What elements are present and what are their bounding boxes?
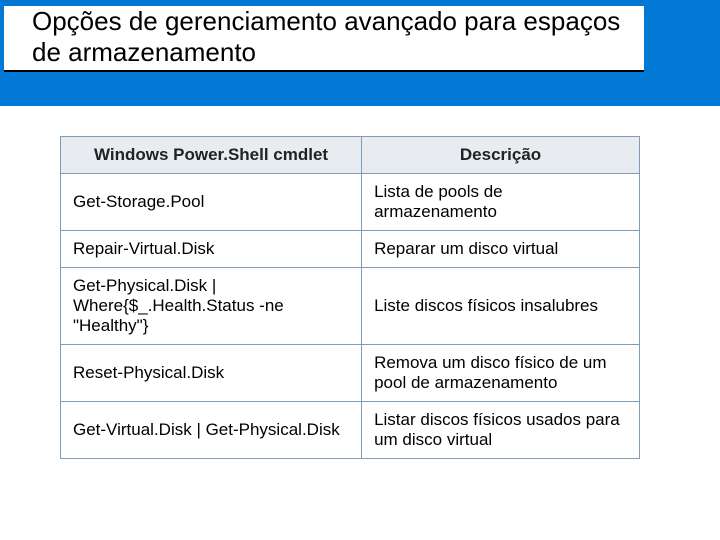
table-row: Get-Virtual.Disk | Get-Physical.Disk Lis… xyxy=(61,402,640,459)
cell-desc: Reparar um disco virtual xyxy=(362,231,640,268)
table-row: Repair-Virtual.Disk Reparar um disco vir… xyxy=(61,231,640,268)
page-title: Opções de gerenciamento avançado para es… xyxy=(4,6,644,72)
table-row: Get-Physical.Disk | Where{$_.Health.Stat… xyxy=(61,268,640,345)
table-header-row: Windows Power.Shell cmdlet Descrição xyxy=(61,137,640,174)
table-row: Reset-Physical.Disk Remova um disco físi… xyxy=(61,345,640,402)
cell-cmd: Repair-Virtual.Disk xyxy=(61,231,362,268)
cell-cmd: Get-Storage.Pool xyxy=(61,174,362,231)
content: Windows Power.Shell cmdlet Descrição Get… xyxy=(0,106,720,479)
header: Opções de gerenciamento avançado para es… xyxy=(0,0,720,106)
col-header-cmdlet: Windows Power.Shell cmdlet xyxy=(61,137,362,174)
cmdlet-table: Windows Power.Shell cmdlet Descrição Get… xyxy=(60,136,640,459)
cell-cmd: Get-Virtual.Disk | Get-Physical.Disk xyxy=(61,402,362,459)
cell-desc: Liste discos físicos insalubres xyxy=(362,268,640,345)
header-accent xyxy=(0,72,720,106)
table-row: Get-Storage.Pool Lista de pools de armaz… xyxy=(61,174,640,231)
cell-cmd: Get-Physical.Disk | Where{$_.Health.Stat… xyxy=(61,268,362,345)
cell-cmd: Reset-Physical.Disk xyxy=(61,345,362,402)
cell-desc: Lista de pools de armazenamento xyxy=(362,174,640,231)
cell-desc: Remova um disco físico de um pool de arm… xyxy=(362,345,640,402)
cell-desc: Listar discos físicos usados para um dis… xyxy=(362,402,640,459)
col-header-desc: Descrição xyxy=(362,137,640,174)
